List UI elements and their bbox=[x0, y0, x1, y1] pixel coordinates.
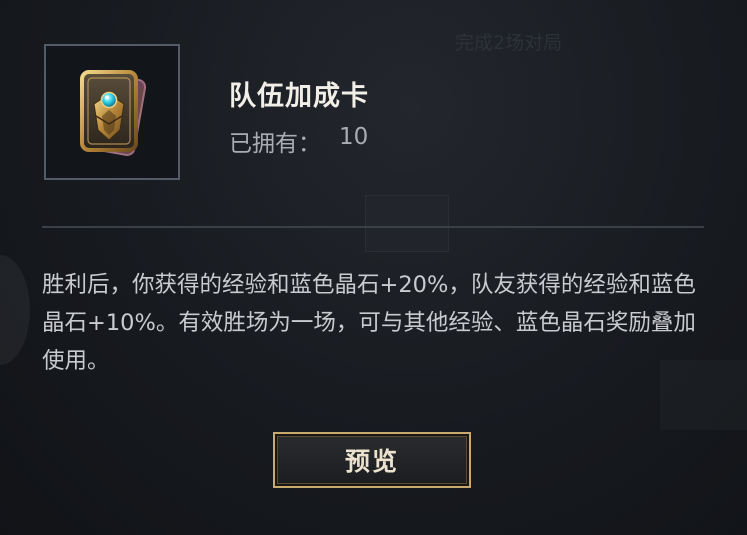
owned-count-row: 已拥有： 10 bbox=[229, 124, 368, 158]
item-icon-frame bbox=[44, 44, 180, 180]
owned-label: 已拥有： bbox=[229, 131, 321, 157]
team-boost-card-icon bbox=[79, 70, 147, 157]
owned-count: 10 bbox=[339, 124, 369, 150]
divider bbox=[42, 226, 704, 228]
item-description: 胜利后，你获得的经验和蓝色晶石+20%，队友获得的经验和蓝色晶石+10%。有效胜… bbox=[42, 272, 696, 374]
item-title: 队伍加成卡 bbox=[229, 81, 369, 112]
item-detail-panel: 完成2场对局 队伍加成卡 已拥有： 10 胜利后，你获得的经验和蓝色晶石+20%… bbox=[0, 0, 747, 535]
preview-button[interactable]: 预览 bbox=[273, 432, 471, 488]
background-task-text: 完成2场对局 bbox=[455, 32, 563, 54]
background-decoration-left bbox=[0, 255, 30, 365]
background-card bbox=[365, 195, 449, 252]
